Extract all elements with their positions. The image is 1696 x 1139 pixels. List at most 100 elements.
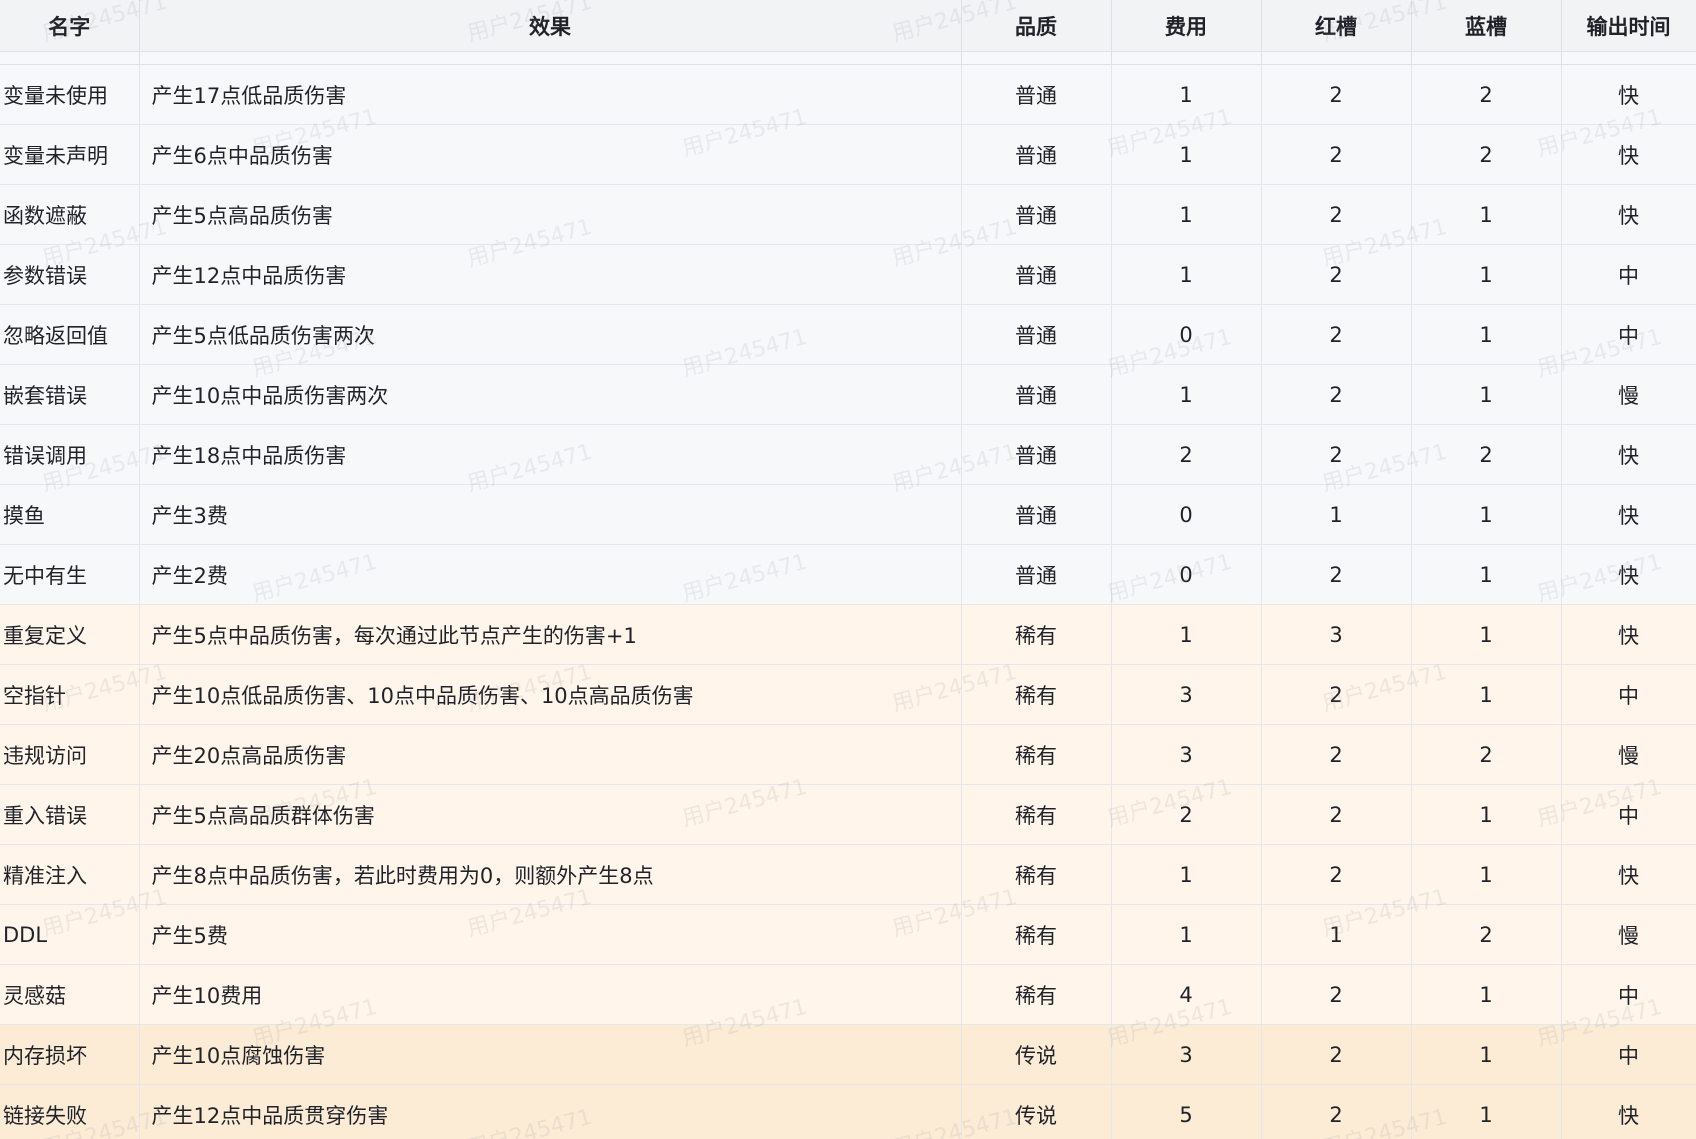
cell-quality: 普通: [961, 304, 1112, 365]
table-row[interactable]: 违规访问 产生20点高品质伤害 稀有 3 2 2 慢: [0, 724, 1696, 785]
cell-effect: 产生5点低品质伤害两次: [139, 304, 962, 365]
cell-blue-slot: 2: [1411, 724, 1562, 785]
cell-effect: 产生5点高品质群体伤害: [139, 784, 962, 845]
cell-quality: 普通: [961, 184, 1112, 245]
cell-cost: 1: [1111, 184, 1262, 245]
cell-red-slot: 1: [1261, 904, 1412, 965]
header-effect[interactable]: 效果: [139, 0, 962, 52]
table-row[interactable]: 函数遮蔽 产生5点高品质伤害 普通 1 2 1 快: [0, 184, 1696, 245]
cell-blue-slot: 1: [1411, 964, 1562, 1025]
cell-cost: 1: [1111, 904, 1262, 965]
cell-red-slot: 2: [1261, 964, 1412, 1025]
cell-blue-slot: 2: [1411, 124, 1562, 185]
cell-name: 内存损坏: [0, 1024, 140, 1085]
skill-table: 名字 效果 品质 费用 红槽 蓝槽 输出时间 变量未使用 产生17点低品质伤害 普通…: [0, 0, 1696, 1139]
table-row[interactable]: 变量未使用 产生17点低品质伤害 普通 1 2 2 快: [0, 64, 1696, 125]
cell-name: 嵌套错误: [0, 364, 140, 425]
cell-cost: 3: [1111, 1024, 1262, 1085]
cell-red-slot: 2: [1261, 364, 1412, 425]
cell-cost: 1: [1111, 364, 1262, 425]
cell-blue-slot: 1: [1411, 184, 1562, 245]
table-row[interactable]: DDL 产生5费 稀有 1 1 2 慢: [0, 904, 1696, 965]
header-name[interactable]: 名字: [0, 0, 140, 52]
cell-red-slot: 3: [1261, 604, 1412, 665]
table-row[interactable]: 重入错误 产生5点高品质群体伤害 稀有 2 2 1 中: [0, 784, 1696, 845]
header-red-slot[interactable]: 红槽: [1261, 0, 1412, 52]
cell-blue-slot: 1: [1411, 244, 1562, 305]
cell-effect: 产生10费用: [139, 964, 962, 1025]
cell-effect: 产生5点中品质伤害，每次通过此节点产生的伤害+1: [139, 604, 962, 665]
cell-cost: 5: [1111, 1084, 1262, 1139]
cell-cost: 2: [1111, 784, 1262, 845]
cell-name: 精准注入: [0, 844, 140, 905]
cell-name: 违规访问: [0, 724, 140, 785]
cell-output-time: 快: [1561, 424, 1696, 485]
cell-name: 函数遮蔽: [0, 184, 140, 245]
cell-quality: 稀有: [961, 664, 1112, 725]
cell-blue-slot: 1: [1411, 364, 1562, 425]
cell-name: 摸鱼: [0, 484, 140, 545]
cell-red-slot: 2: [1261, 64, 1412, 125]
cell-cost: 1: [1111, 604, 1262, 665]
cell-cost: 1: [1111, 844, 1262, 905]
cell-quality: 普通: [961, 484, 1112, 545]
cell-blue-slot: 1: [1411, 1084, 1562, 1139]
cell-output-time: 中: [1561, 964, 1696, 1025]
table-row[interactable]: 内存损坏 产生10点腐蚀伤害 传说 3 2 1 中: [0, 1024, 1696, 1085]
cell-output-time: 中: [1561, 664, 1696, 725]
table-row[interactable]: 空指针 产生10点低品质伤害、10点中品质伤害、10点高品质伤害 稀有 3 2 1 中: [0, 664, 1696, 725]
table-row[interactable]: 参数错误 产生12点中品质伤害 普通 1 2 1 中: [0, 244, 1696, 305]
cell-red-slot: 2: [1261, 124, 1412, 185]
cell-effect: 产生10点中品质伤害两次: [139, 364, 962, 425]
cell-blue-slot: 2: [1411, 904, 1562, 965]
cell-name: 忽略返回值: [0, 304, 140, 365]
cell-red-slot: 1: [1261, 484, 1412, 545]
table-row[interactable]: 忽略返回值 产生5点低品质伤害两次 普通 0 2 1 中: [0, 304, 1696, 365]
header-output-time[interactable]: 输出时间: [1561, 0, 1696, 52]
header-cost[interactable]: 费用: [1111, 0, 1262, 52]
cell-quality: 普通: [961, 424, 1112, 485]
cell-blue-slot: 1: [1411, 484, 1562, 545]
cell-output-time: 慢: [1561, 724, 1696, 785]
cell-name: 错误调用: [0, 424, 140, 485]
cell-effect: 产生3费: [139, 484, 962, 545]
cell-output-time: 快: [1561, 604, 1696, 665]
cell-quality: 稀有: [961, 724, 1112, 785]
cell-name: 灵感菇: [0, 964, 140, 1025]
cell-quality: 普通: [961, 364, 1112, 425]
cell-output-time: 快: [1561, 64, 1696, 125]
cell-output-time: 慢: [1561, 364, 1696, 425]
cell-red-slot: 2: [1261, 304, 1412, 365]
cell-quality: 普通: [961, 64, 1112, 125]
cell-effect: 产生12点中品质贯穿伤害: [139, 1084, 962, 1139]
cell-cost: 1: [1111, 124, 1262, 185]
cell-effect: 产生12点中品质伤害: [139, 244, 962, 305]
cell-quality: 稀有: [961, 604, 1112, 665]
table-row[interactable]: 摸鱼 产生3费 普通 0 1 1 快: [0, 484, 1696, 545]
cell-cost: 0: [1111, 544, 1262, 605]
table-row[interactable]: 嵌套错误 产生10点中品质伤害两次 普通 1 2 1 慢: [0, 364, 1696, 425]
cell-name: 参数错误: [0, 244, 140, 305]
cell-name: DDL: [0, 904, 140, 965]
header-blue-slot[interactable]: 蓝槽: [1411, 0, 1562, 52]
cell-blue-slot: 1: [1411, 544, 1562, 605]
cell-output-time: 中: [1561, 784, 1696, 845]
cell-blue-slot: 1: [1411, 604, 1562, 665]
cell-effect: 产生10点低品质伤害、10点中品质伤害、10点高品质伤害: [139, 664, 962, 725]
cell-output-time: 中: [1561, 304, 1696, 365]
cell-quality: 普通: [961, 544, 1112, 605]
table-row[interactable]: 无中有生 产生2费 普通 0 2 1 快: [0, 544, 1696, 605]
cell-output-time: 快: [1561, 184, 1696, 245]
table-row[interactable]: 链接失败 产生12点中品质贯穿伤害 传说 5 2 1 快: [0, 1084, 1696, 1139]
table-row[interactable]: 错误调用 产生18点中品质伤害 普通 2 2 2 快: [0, 424, 1696, 485]
cell-cost: 0: [1111, 304, 1262, 365]
table-row[interactable]: 重复定义 产生5点中品质伤害，每次通过此节点产生的伤害+1 稀有 1 3 1 快: [0, 604, 1696, 665]
cell-effect: 产生20点高品质伤害: [139, 724, 962, 785]
cell-quality: 传说: [961, 1024, 1112, 1085]
header-quality[interactable]: 品质: [961, 0, 1112, 52]
table-row[interactable]: 精准注入 产生8点中品质伤害，若此时费用为0，则额外产生8点 稀有 1 2 1 快: [0, 844, 1696, 905]
cell-red-slot: 2: [1261, 1084, 1412, 1139]
table-row[interactable]: 变量未声明 产生6点中品质伤害 普通 1 2 2 快: [0, 124, 1696, 185]
cell-output-time: 快: [1561, 844, 1696, 905]
table-row[interactable]: 灵感菇 产生10费用 稀有 4 2 1 中: [0, 964, 1696, 1025]
